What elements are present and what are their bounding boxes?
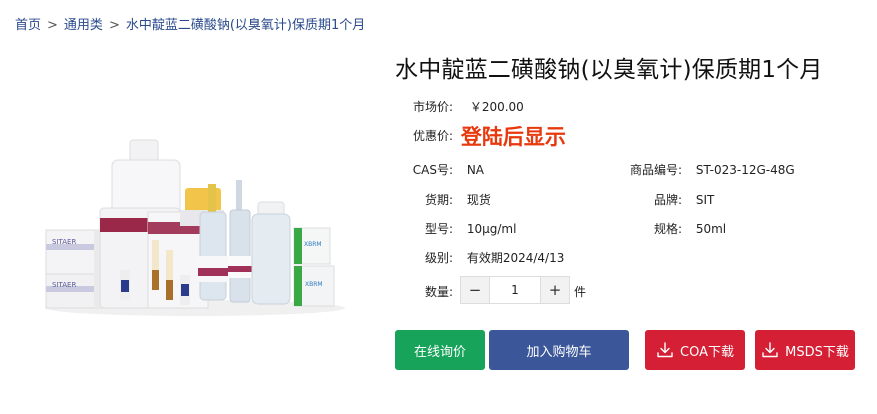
grade-label: 级别: [424, 251, 453, 265]
brand-label: 品牌: [653, 193, 682, 207]
brand-value: SIT [695, 193, 715, 207]
download-icon [656, 341, 674, 359]
right-box-stack: XBRM XBRM [293, 227, 335, 307]
product-image: SITAER SITAER XBRM XBRM [45, 139, 345, 316]
msds-download-button[interactable]: MSDS下载 [755, 330, 855, 370]
promo-price-label: 优惠价: [412, 128, 453, 143]
quantity-decrease-button[interactable]: − [461, 277, 489, 303]
market-price-value: ￥200.00 [469, 100, 524, 114]
breadcrumb: 首页 > 通用类 > 水中靛蓝二磺酸钠(以臭氧计)保质期1个月 [15, 14, 365, 33]
box-brand-text: SITAER [52, 238, 76, 246]
market-price-row: 市场价: ￥200.00 [405, 98, 524, 115]
product-code-row: 商品编号: ST-023-12G-48G [620, 161, 795, 178]
model-row: 型号: 10μg/ml [405, 220, 516, 237]
online-inquiry-button[interactable]: 在线询价 [395, 330, 485, 370]
glass-bottles [198, 180, 291, 305]
add-to-cart-label: 加入购物车 [526, 344, 592, 360]
box-logo-text: XBRM [305, 281, 323, 288]
grade-row: 级别: 有效期2024/4/13 [405, 249, 564, 266]
msds-download-label: MSDS下载 [785, 344, 849, 360]
stock-value: 现货 [466, 193, 491, 207]
promo-price-value[interactable]: 登陆后显示 [461, 125, 566, 149]
download-icon [761, 341, 779, 359]
online-inquiry-label: 在线询价 [413, 344, 466, 360]
coa-download-button[interactable]: COA下载 [645, 330, 745, 370]
breadcrumb-home-link[interactable]: 首页 [15, 14, 41, 33]
breadcrumb-category-link[interactable]: 通用类 [64, 14, 103, 33]
product-code-value: ST-023-12G-48G [695, 163, 795, 177]
spec-label: 规格: [653, 222, 682, 236]
product-title: 水中靛蓝二磺酸钠(以臭氧计)保质期1个月 [395, 57, 823, 83]
grade-value: 有效期2024/4/13 [466, 251, 565, 265]
brand-row: 品牌: SIT [620, 191, 714, 208]
cas-row: CAS号: NA [405, 161, 484, 178]
spec-value: 50ml [695, 222, 727, 236]
promo-price-row: 优惠价: 登陆后显示 [405, 121, 566, 151]
quantity-row: 数量: [405, 283, 453, 300]
add-to-cart-button[interactable]: 加入购物车 [489, 330, 629, 370]
quantity-increase-button[interactable]: + [541, 277, 569, 303]
stock-label: 货期: [424, 193, 453, 207]
quantity-input[interactable] [489, 277, 541, 303]
market-price-label: 市场价: [412, 100, 453, 114]
left-box-stack: SITAER SITAER [45, 229, 106, 309]
quantity-stepper: − + [460, 276, 570, 304]
breadcrumb-product-link[interactable]: 水中靛蓝二磺酸钠(以臭氧计)保质期1个月 [126, 14, 365, 33]
stock-row: 货期: 现货 [405, 191, 491, 208]
cas-value: NA [466, 163, 485, 177]
breadcrumb-separator: > [108, 18, 120, 33]
spec-row: 规格: 50ml [620, 220, 726, 237]
cas-label: CAS号: [412, 163, 453, 177]
model-label: 型号: [424, 222, 453, 236]
box-brand-text: SITAER [52, 281, 76, 289]
breadcrumb-separator: > [47, 18, 58, 33]
quantity-unit: 件 [574, 285, 587, 299]
box-logo-text: XBRM [304, 241, 322, 248]
model-value: 10μg/ml [466, 222, 517, 236]
product-code-label: 商品编号: [629, 163, 682, 177]
quantity-label: 数量: [424, 285, 453, 299]
coa-download-label: COA下载 [680, 344, 734, 360]
